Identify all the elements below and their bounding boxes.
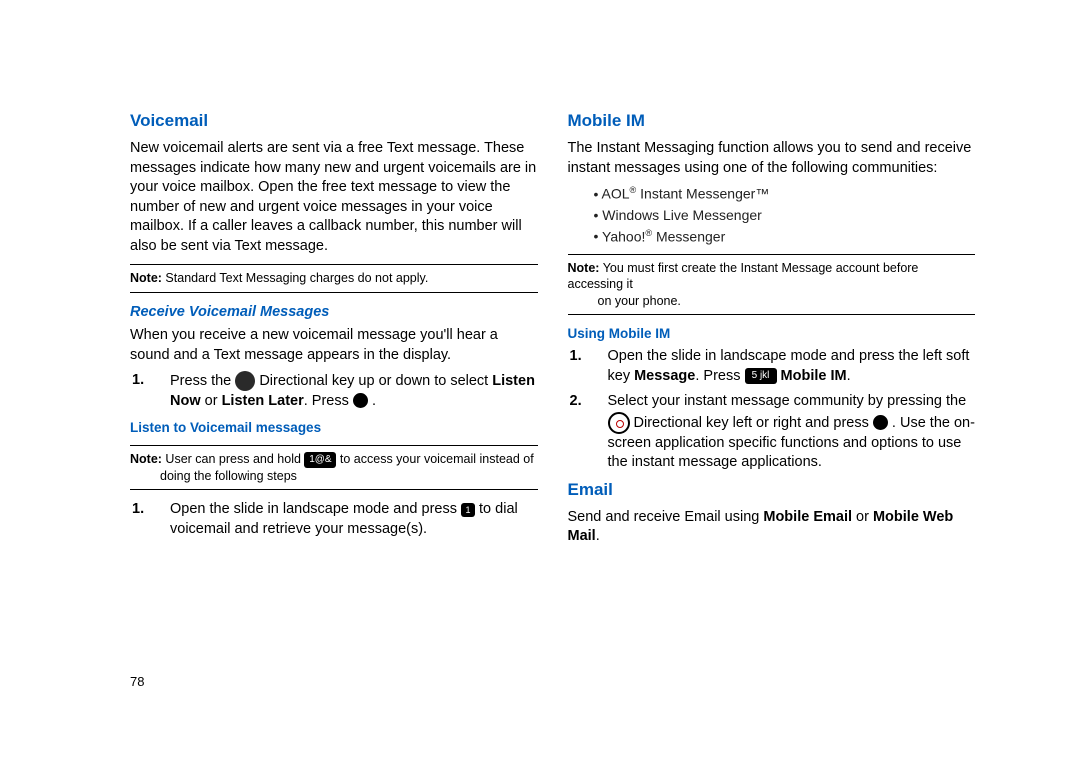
mobile-email-label: Mobile Email <box>763 509 852 525</box>
step-text: Press the <box>170 373 235 389</box>
messenger-label: Messenger <box>652 228 725 244</box>
note-text-charges: Note: Standard Text Messaging charges do… <box>130 264 538 292</box>
im-step-2: 2. Select your instant message community… <box>592 392 976 473</box>
right-column: Mobile IM The Instant Messaging function… <box>568 110 976 711</box>
note-text: User can press and hold <box>162 452 304 466</box>
step-text: Directional key left or right and press <box>634 415 873 431</box>
step-number: 2. <box>570 392 582 412</box>
listen-later-label: Listen Later <box>222 393 304 409</box>
mobile-im-intro: The Instant Messaging function allows yo… <box>568 139 976 178</box>
step-text: Select your instant message community by… <box>608 393 967 409</box>
step-text: . Press <box>304 393 353 409</box>
note-label: Note: <box>130 452 162 466</box>
note-text: Standard Text Messaging charges do not a… <box>162 271 428 285</box>
aim-label: Instant Messenger™ <box>636 186 769 202</box>
note-text: to access your voicemail instead of <box>340 452 534 466</box>
step-text: . Press <box>695 368 744 384</box>
heading-listen-voicemail: Listen to Voicemail messages <box>130 419 538 437</box>
receive-intro: When you receive a new voicemail message… <box>130 326 538 365</box>
step-number: 1. <box>132 500 144 520</box>
list-item: Windows Live Messenger <box>594 206 976 225</box>
email-text-part: . <box>596 528 600 544</box>
email-text: Send and receive Email using Mobile Emai… <box>568 508 976 547</box>
receive-steps: 1. Press the Directional key up or down … <box>130 371 538 411</box>
heading-mobile-im: Mobile IM <box>568 110 976 133</box>
step-text: . <box>847 368 851 384</box>
listen-steps: 1. Open the slide in landscape mode and … <box>130 500 538 539</box>
yahoo-label: Yahoo! <box>602 228 645 244</box>
email-text-part: or <box>852 509 873 525</box>
heading-email: Email <box>568 479 976 502</box>
email-text-part: Send and receive Email using <box>568 509 764 525</box>
im-step-1: 1. Open the slide in landscape mode and … <box>592 347 976 386</box>
heading-voicemail: Voicemail <box>130 110 538 133</box>
list-item: AOL® Instant Messenger™ <box>594 184 976 204</box>
step-text: Directional key up or down to select <box>259 373 492 389</box>
heading-receive-voicemail: Receive Voicemail Messages <box>130 303 538 323</box>
step-text: Open the slide in landscape mode and pre… <box>170 501 461 517</box>
mobile-im-label: Mobile IM <box>781 368 847 384</box>
note-label: Note: <box>130 271 162 285</box>
key-1-icon: 1 <box>461 503 475 517</box>
ok-key-icon <box>353 393 368 408</box>
im-communities-list: AOL® Instant Messenger™ Windows Live Mes… <box>568 184 976 246</box>
directional-key-icon <box>235 371 255 391</box>
note-text-line2: on your phone. <box>568 293 976 309</box>
mobile-im-steps: 1. Open the slide in landscape mode and … <box>568 347 976 473</box>
step-text: or <box>201 393 222 409</box>
step-number: 1. <box>570 347 582 367</box>
note-press-hold: Note: User can press and hold 1@& to acc… <box>130 445 538 490</box>
aol-label: AOL <box>602 186 630 202</box>
key-5jkl-icon: 5 jkl <box>745 368 777 384</box>
dpad-icon <box>608 412 630 434</box>
key-1-hold-icon: 1@& <box>304 452 336 468</box>
step-text: . <box>372 393 376 409</box>
step-number: 1. <box>132 371 144 391</box>
page-number: 78 <box>130 674 144 689</box>
heading-using-mobile-im: Using Mobile IM <box>568 325 976 343</box>
message-key-label: Message <box>634 368 695 384</box>
note-label: Note: <box>568 261 600 275</box>
left-column: Voicemail New voicemail alerts are sent … <box>130 110 538 711</box>
voicemail-intro: New voicemail alerts are sent via a free… <box>130 139 538 256</box>
listen-step-1: 1. Open the slide in landscape mode and … <box>154 500 538 539</box>
manual-page: Voicemail New voicemail alerts are sent … <box>0 0 1080 771</box>
note-im-account: Note: You must first create the Instant … <box>568 254 976 315</box>
note-text: You must first create the Instant Messag… <box>568 261 919 291</box>
ok-key-icon <box>873 415 888 430</box>
list-item: Yahoo!® Messenger <box>594 227 976 247</box>
receive-step-1: 1. Press the Directional key up or down … <box>154 371 538 411</box>
note-text-line2: doing the following steps <box>130 468 538 484</box>
